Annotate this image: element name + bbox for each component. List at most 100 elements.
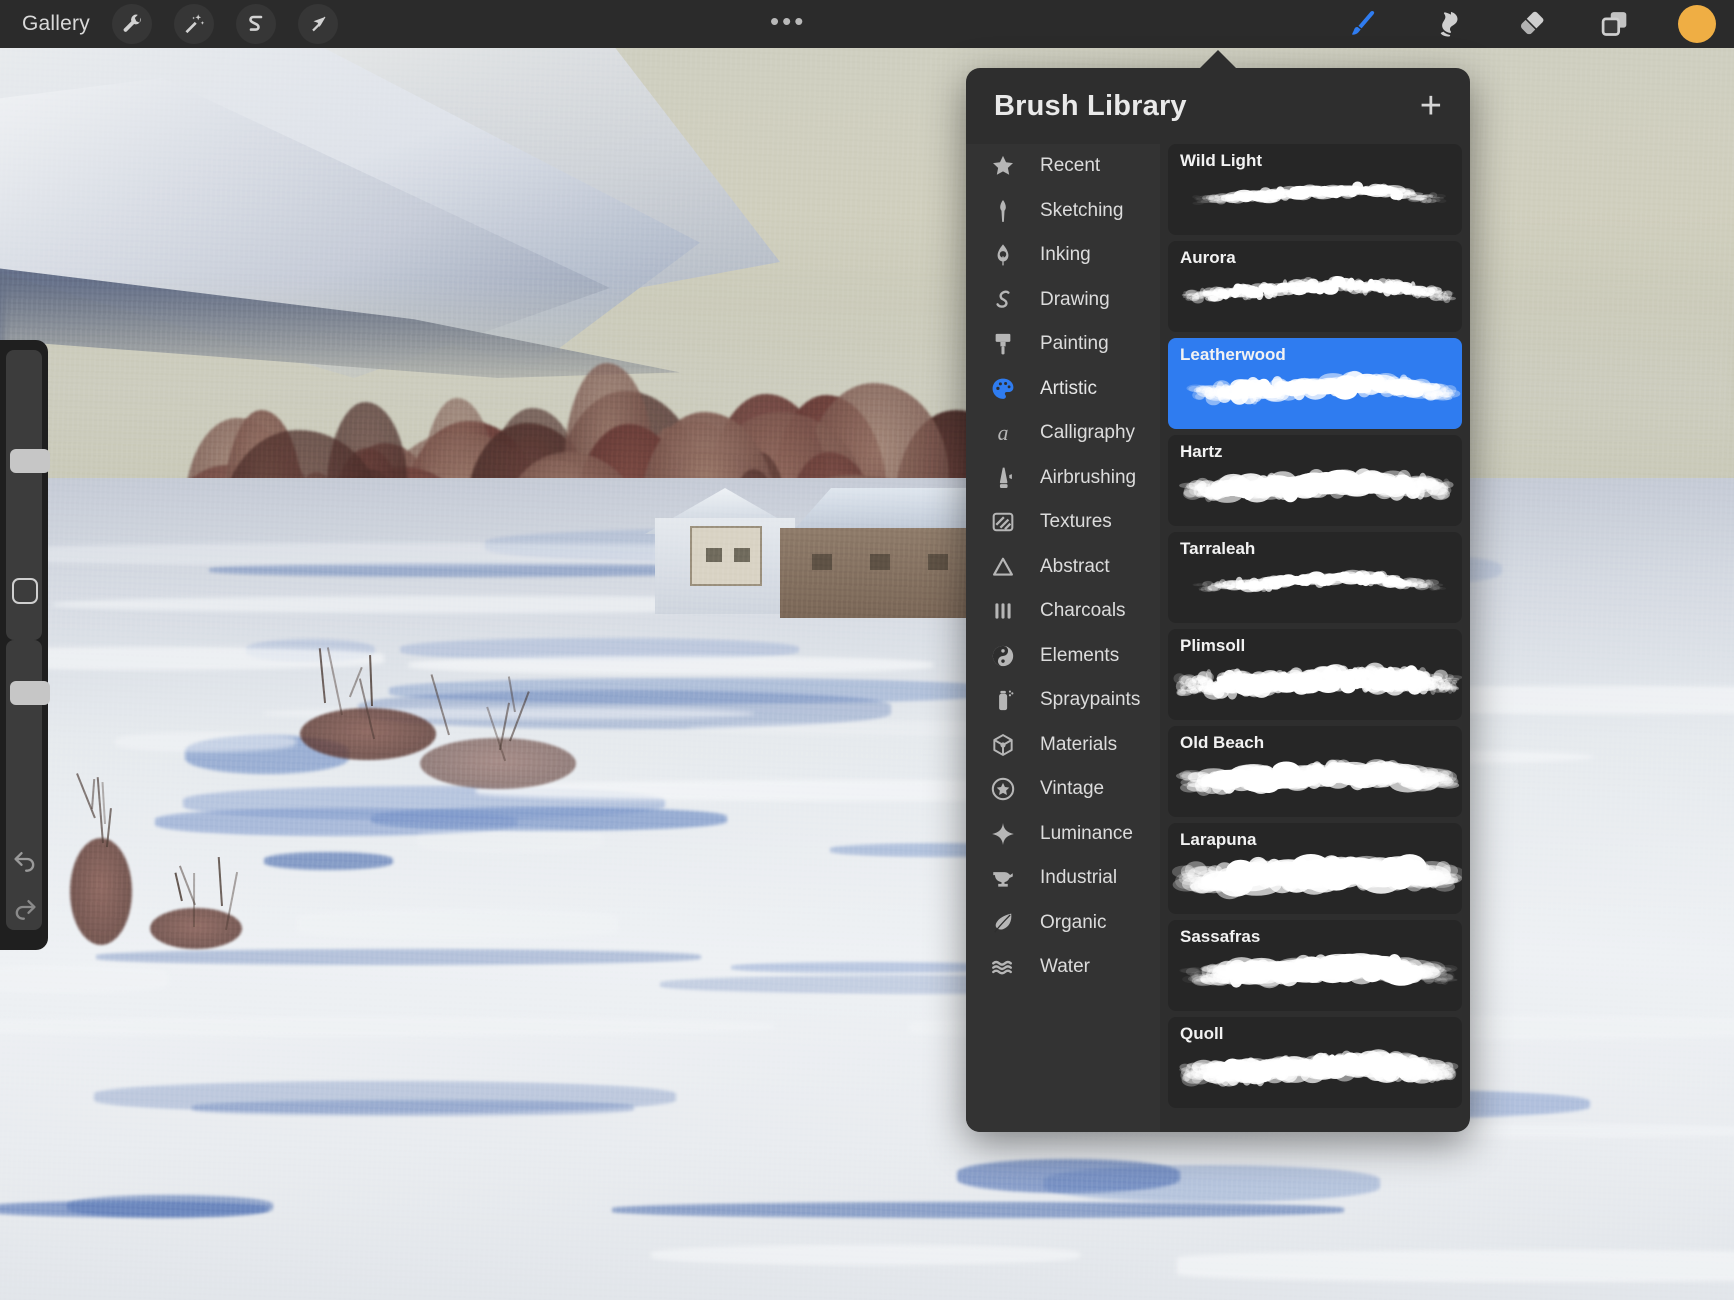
- add-brush-button[interactable]: +: [1420, 87, 1442, 125]
- selection-s-icon[interactable]: [235, 4, 276, 44]
- category-item-sketching[interactable]: Sketching: [966, 189, 1160, 234]
- category-item-abstract[interactable]: Abstract: [966, 545, 1160, 590]
- snow-highlight-band: [650, 1244, 1080, 1265]
- brush-stroke-preview: [1168, 942, 1462, 1008]
- brush-item-quoll[interactable]: Quoll: [1168, 1017, 1462, 1108]
- brush-item-old-beach[interactable]: Old Beach: [1168, 726, 1462, 817]
- category-label: Water: [1040, 956, 1090, 978]
- category-item-artistic[interactable]: Artistic: [966, 367, 1160, 412]
- snow-shadow-streak: [0, 1201, 268, 1218]
- undo-button[interactable]: [10, 845, 40, 873]
- brush-item-aurora[interactable]: Aurora: [1168, 241, 1462, 332]
- smudge-icon[interactable]: [1426, 3, 1468, 45]
- brush-name: Tarraleah: [1180, 539, 1256, 558]
- opacity-handle[interactable]: [10, 680, 50, 705]
- brush-name: Wild Light: [1180, 151, 1262, 170]
- eraser-icon[interactable]: [1510, 3, 1552, 45]
- yinyang-icon: [988, 643, 1018, 669]
- category-label: Spraypaints: [1040, 689, 1141, 711]
- brush-name: Hartz: [1180, 442, 1223, 461]
- category-item-spraypaints[interactable]: Spraypaints: [966, 678, 1160, 723]
- brush-item-hartz[interactable]: Hartz: [1168, 435, 1462, 526]
- category-item-luminance[interactable]: Luminance: [966, 812, 1160, 857]
- category-label: Drawing: [1040, 288, 1110, 310]
- brush-name: Leatherwood: [1180, 345, 1286, 364]
- spraycan-icon: [988, 687, 1018, 713]
- brush-library-panel: Brush Library + Recent Sketching Inking Dra…: [966, 68, 1470, 1132]
- snow-shadow-streak: [612, 1201, 1345, 1218]
- brush-item-larapuna[interactable]: Larapuna: [1168, 823, 1462, 914]
- snow-highlight-band: [0, 1016, 775, 1037]
- category-label: Artistic: [1040, 377, 1097, 399]
- pencil-icon: [988, 198, 1018, 224]
- category-label: Airbrushing: [1040, 466, 1137, 488]
- brush-stroke-preview: [1168, 1039, 1462, 1105]
- category-item-materials[interactable]: Materials: [966, 723, 1160, 768]
- category-item-textures[interactable]: Textures: [966, 500, 1160, 545]
- brush-name: Quoll: [1180, 1024, 1224, 1043]
- palette-icon: [988, 376, 1018, 402]
- category-label: Vintage: [1040, 778, 1105, 800]
- snow-highlight-band: [0, 965, 168, 993]
- snow-shadow-streak: [94, 1080, 676, 1113]
- brush-item-plimsoll[interactable]: Plimsoll: [1168, 629, 1462, 720]
- brush-item-leatherwood[interactable]: Leatherwood: [1168, 338, 1462, 429]
- waves-icon: [988, 954, 1018, 980]
- category-label: Materials: [1040, 733, 1118, 755]
- snow-highlight-band: [297, 909, 618, 940]
- category-item-recent[interactable]: Recent: [966, 144, 1160, 189]
- sparkle-icon: [988, 821, 1018, 847]
- page-title: Brush Library: [994, 89, 1187, 122]
- brush-size-handle[interactable]: [10, 448, 50, 473]
- gallery-button[interactable]: Gallery: [22, 12, 90, 36]
- category-item-vintage[interactable]: Vintage: [966, 767, 1160, 812]
- category-item-drawing[interactable]: Drawing: [966, 278, 1160, 323]
- triangle-icon: [988, 554, 1018, 580]
- squiggle-icon: [988, 287, 1018, 313]
- category-label: Organic: [1040, 911, 1107, 933]
- brush-item-sassafras[interactable]: Sassafras: [1168, 920, 1462, 1011]
- hatch-icon: [988, 509, 1018, 535]
- brush-item-wild-light[interactable]: Wild Light: [1168, 144, 1462, 235]
- category-item-calligraphy[interactable]: a Calligraphy: [966, 411, 1160, 456]
- category-label: Luminance: [1040, 822, 1133, 844]
- transform-arrow-icon[interactable]: [297, 4, 338, 44]
- magic-wand-icon[interactable]: [173, 4, 214, 44]
- redo-button[interactable]: [10, 893, 40, 921]
- layers-icon[interactable]: [1594, 3, 1636, 45]
- adjustments-wrench-icon[interactable]: [111, 4, 152, 44]
- panel-caret: [1198, 50, 1238, 70]
- color-swatch-button[interactable]: [1678, 5, 1716, 43]
- bars-icon: [988, 598, 1018, 624]
- category-item-charcoals[interactable]: Charcoals: [966, 589, 1160, 634]
- paintbrush-icon: [988, 331, 1018, 357]
- category-item-water[interactable]: Water: [966, 945, 1160, 990]
- brush-stroke-preview: [1168, 263, 1462, 329]
- category-item-industrial[interactable]: Industrial: [966, 856, 1160, 901]
- left-sidebar: [0, 340, 50, 950]
- category-label: Painting: [1040, 333, 1109, 355]
- brush-item-tarraleah[interactable]: Tarraleah: [1168, 532, 1462, 623]
- drawing-canvas[interactable]: [0, 48, 1734, 1300]
- modify-button[interactable]: [12, 578, 38, 604]
- category-item-airbrushing[interactable]: Airbrushing: [966, 456, 1160, 501]
- category-label: Recent: [1040, 155, 1101, 177]
- snow-shadow-streak: [957, 1159, 1181, 1193]
- brush-list[interactable]: Wild Light Aurora Leatherwood Hartz Tarralea…: [1160, 144, 1470, 1132]
- paintbrush-icon[interactable]: [1342, 3, 1384, 45]
- opacity-slider[interactable]: [6, 640, 50, 930]
- category-item-inking[interactable]: Inking: [966, 233, 1160, 278]
- brush-category-list[interactable]: Recent Sketching Inking Drawing Painting Arti…: [966, 144, 1160, 1132]
- category-item-elements[interactable]: Elements: [966, 634, 1160, 679]
- brush-stroke-preview: [1168, 457, 1462, 523]
- brush-stroke-preview: [1168, 166, 1462, 232]
- leaf-icon: [988, 910, 1018, 936]
- category-item-organic[interactable]: Organic: [966, 901, 1160, 946]
- brush-stroke-preview: [1168, 651, 1462, 717]
- brush-stroke-preview: [1168, 748, 1462, 814]
- snow-shadow-streak: [264, 851, 393, 870]
- brush-name: Old Beach: [1180, 733, 1265, 752]
- category-label: Textures: [1040, 511, 1112, 533]
- overflow-menu-button[interactable]: •••: [770, 8, 806, 34]
- category-item-painting[interactable]: Painting: [966, 322, 1160, 367]
